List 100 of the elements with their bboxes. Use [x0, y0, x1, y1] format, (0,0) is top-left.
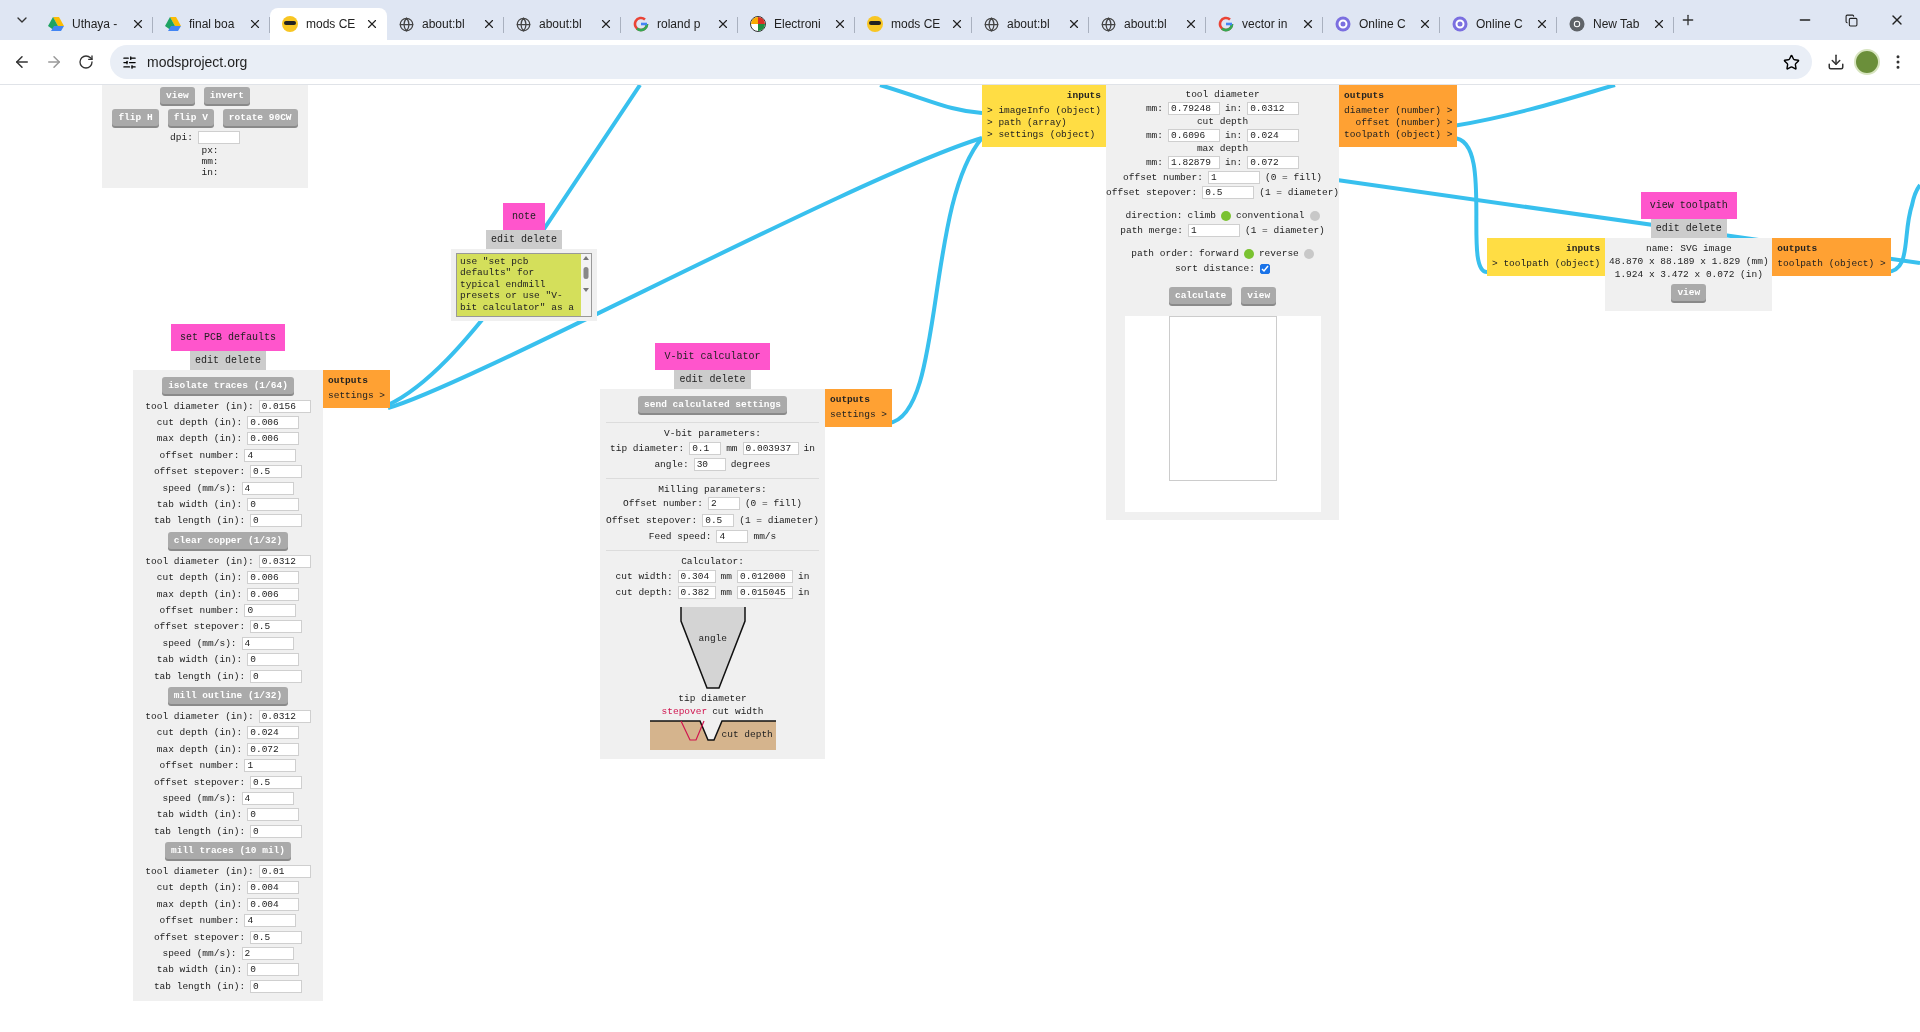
port-label[interactable]: > toolpath (object): [1492, 258, 1601, 270]
value-field[interactable]: 0.006: [247, 571, 300, 585]
value-field[interactable]: 0.012000: [737, 569, 793, 583]
delete-link[interactable]: delete: [521, 234, 557, 245]
tip-diameter-label: tip diameter: [678, 692, 747, 704]
browser-tab[interactable]: mods CE: [855, 8, 972, 40]
browser-tab[interactable]: New Tab: [1557, 8, 1674, 40]
value-field[interactable]: 0: [247, 963, 300, 977]
value-field[interactable]: 0.5: [250, 930, 303, 944]
port-label[interactable]: toolpath (object) >: [1344, 129, 1453, 141]
field-label: cut depth:: [615, 587, 673, 599]
value-field[interactable]: 0.0312: [258, 554, 311, 568]
browser-tab[interactable]: Uthaya -: [36, 8, 153, 40]
browser-tab[interactable]: vector in: [1206, 8, 1323, 40]
browser-tab[interactable]: about:bl: [1089, 8, 1206, 40]
field-label: cut depth (in):: [156, 572, 243, 584]
value-field[interactable]: 0.072: [1247, 156, 1300, 169]
delete-link[interactable]: delete: [1685, 223, 1722, 234]
value-field[interactable]: 0.0312: [258, 709, 311, 723]
value-field[interactable]: 0.5: [1202, 186, 1255, 199]
value-field[interactable]: 0: [250, 824, 303, 838]
value-field[interactable]: 0.5: [250, 465, 303, 479]
address-bar[interactable]: modsproject.org: [110, 45, 1812, 79]
edit-link[interactable]: edit: [195, 355, 219, 366]
browser-tab[interactable]: final boa: [153, 8, 270, 40]
unit-label: (0 = fill): [744, 498, 802, 510]
value-field[interactable]: 0: [250, 669, 303, 683]
value-field[interactable]: 0.79248: [1168, 102, 1221, 115]
port-label[interactable]: diameter (number) >: [1344, 105, 1453, 117]
edit-link[interactable]: edit: [1655, 223, 1680, 234]
value-field[interactable]: 0.5: [250, 775, 303, 789]
value-field[interactable]: 0.0312: [1247, 102, 1300, 115]
browser-tab[interactable]: mods CE: [270, 8, 387, 40]
delete-link[interactable]: delete: [225, 355, 261, 366]
value-field[interactable]: 4: [716, 530, 749, 544]
browser-tab[interactable]: about:bl: [972, 8, 1089, 40]
field-label: Offset number:: [623, 498, 703, 510]
value-field[interactable]: 0.6096: [1168, 129, 1221, 142]
value-field[interactable]: 0.015045: [737, 586, 793, 600]
value-field[interactable]: 4: [244, 914, 297, 928]
browser-tab[interactable]: Online C: [1440, 8, 1557, 40]
value-field[interactable]: 0.024: [1247, 129, 1300, 142]
browser-tab[interactable]: about:bl: [387, 8, 504, 40]
value-field[interactable]: 4: [244, 448, 297, 462]
unit-label: mm: [726, 442, 738, 454]
value-field[interactable]: 0.1: [689, 441, 722, 455]
port-label[interactable]: > imageInfo (object): [987, 105, 1102, 117]
port-label[interactable]: settings >: [830, 409, 887, 421]
value-field[interactable]: 0: [250, 514, 303, 528]
value-field[interactable]: 1: [1207, 171, 1260, 184]
value-field[interactable]: 0.382: [677, 586, 716, 600]
value-field[interactable]: 0.006: [247, 416, 300, 430]
value-field[interactable]: 0: [247, 498, 300, 512]
field-label: speed (mm/s):: [162, 482, 237, 494]
edit-link[interactable]: edit: [679, 374, 704, 385]
value-field[interactable]: 4: [241, 636, 294, 650]
value-field[interactable]: 0: [244, 604, 297, 617]
value-field[interactable]: 0.024: [247, 726, 300, 740]
port-label[interactable]: > settings (object): [987, 129, 1096, 141]
value-field[interactable]: 0.072: [247, 742, 300, 756]
browser-tab[interactable]: Online C: [1323, 8, 1440, 40]
value-field[interactable]: 0.006: [247, 432, 300, 446]
value-field[interactable]: 0.006: [247, 587, 300, 601]
edit-link[interactable]: edit: [491, 234, 515, 245]
value-field[interactable]: 0.004: [247, 897, 300, 911]
browser-tab[interactable]: roland p: [621, 8, 738, 40]
value-field[interactable]: 1.82879: [1168, 156, 1221, 169]
value-field[interactable]: 0: [247, 653, 300, 667]
port-label[interactable]: offset (number) >: [1355, 117, 1453, 129]
field-label: mm:: [1145, 130, 1164, 141]
module-title: view toolpath: [1640, 192, 1737, 219]
value-field[interactable]: 0.304: [677, 569, 716, 583]
port-label[interactable]: toolpath (object) >: [1777, 258, 1886, 270]
value-field[interactable]: 0.0156: [258, 399, 311, 413]
value-field[interactable]: 2: [707, 497, 740, 511]
value-field[interactable]: 4: [241, 791, 294, 805]
value-field[interactable]: 0.004: [247, 881, 300, 895]
value-field[interactable]: 0: [250, 979, 303, 993]
browser-tab[interactable]: about:bl: [504, 8, 621, 40]
browser-tab[interactable]: Electroni: [738, 8, 855, 40]
value-field[interactable]: 0: [247, 808, 300, 822]
section-heading: Calculator:: [681, 555, 744, 568]
value-field[interactable]: 1: [1187, 224, 1240, 237]
unit-label: degrees: [730, 459, 771, 471]
port-label[interactable]: > path (array): [987, 117, 1067, 129]
value-field[interactable]: 1: [244, 759, 297, 773]
value-field[interactable]: 0.01: [258, 865, 311, 879]
value-field[interactable]: 0.003937: [742, 441, 799, 455]
delete-link[interactable]: delete: [709, 374, 746, 385]
tab-title: Online C: [1476, 17, 1524, 31]
tab-title: Uthaya -: [72, 17, 119, 31]
value-field[interactable]: 4: [241, 481, 294, 495]
url-text: modsproject.org: [147, 54, 249, 70]
note-text-area[interactable]: use "set pcb defaults" for typical endmill presets or use "V-bit calculator" as a: [456, 253, 592, 317]
value-field[interactable]: 2: [241, 947, 294, 960]
value-field[interactable]: 0.5: [250, 620, 303, 634]
module-title: set PCB defaults: [171, 324, 285, 351]
port-label[interactable]: settings >: [328, 390, 385, 402]
value-field[interactable]: 30: [693, 458, 726, 472]
value-field[interactable]: 0.5: [702, 513, 735, 527]
